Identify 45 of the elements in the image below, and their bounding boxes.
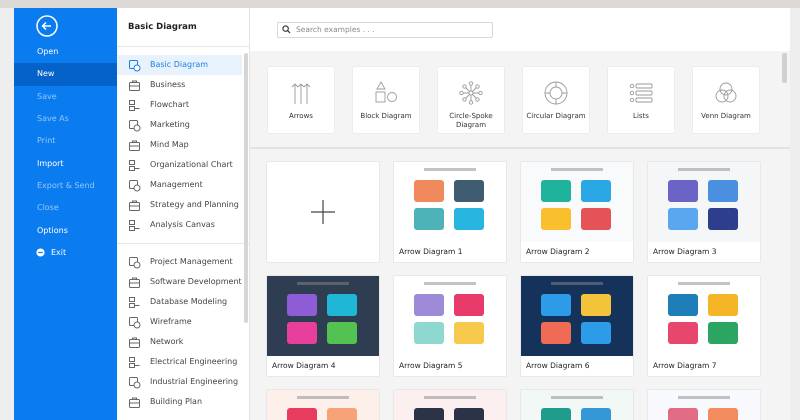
menu-item[interactable]: Options xyxy=(14,219,117,242)
menu-item[interactable]: Import xyxy=(14,152,117,175)
category-item[interactable]: Management xyxy=(117,175,242,195)
category-icon xyxy=(128,316,141,328)
category-icon xyxy=(128,118,141,132)
category-icon xyxy=(128,178,141,192)
plus-icon xyxy=(310,199,336,225)
category-icon xyxy=(128,376,141,388)
category-item[interactable]: Analysis Canvas xyxy=(117,215,242,235)
category-icon xyxy=(128,296,141,308)
menu-item[interactable]: Exit xyxy=(14,242,117,264)
category-item[interactable]: Mind Map xyxy=(117,135,242,155)
scrollbar[interactable] xyxy=(782,53,787,83)
category-item[interactable]: Network xyxy=(117,332,242,352)
category-item[interactable]: Marketing xyxy=(117,115,242,135)
category-item[interactable]: Project Management xyxy=(117,252,242,272)
category-icon xyxy=(128,98,141,112)
menu-item[interactable]: New xyxy=(14,63,117,86)
category-icon xyxy=(128,138,141,152)
category-icon xyxy=(128,276,141,288)
category-icon xyxy=(128,336,141,348)
category-item[interactable]: Wireframe xyxy=(117,312,242,332)
category-item[interactable]: Industrial Engineering xyxy=(117,372,242,392)
category-icon xyxy=(128,396,141,408)
category-icon xyxy=(128,158,141,172)
category-item[interactable]: Building Plan xyxy=(117,392,242,412)
category-icon xyxy=(128,58,141,72)
category-icon xyxy=(128,256,141,268)
category-item[interactable]: Flowchart xyxy=(117,95,242,115)
panel-title: Basic Diagram xyxy=(117,8,249,47)
category-item[interactable]: Database Modeling xyxy=(117,292,242,312)
menu-item[interactable]: Open xyxy=(14,41,117,64)
category-icon xyxy=(128,218,141,232)
category-item[interactable]: Organizational Chart xyxy=(117,155,242,175)
category-icon xyxy=(128,356,141,368)
spoke-icon xyxy=(458,80,484,106)
ring-icon xyxy=(543,80,569,106)
category-icon xyxy=(128,198,141,212)
exit-icon xyxy=(36,248,45,258)
category-item[interactable]: Electrical Engineering xyxy=(117,352,242,372)
category-item[interactable]: Software Development xyxy=(117,272,242,292)
category-item[interactable]: Strategy and Planning xyxy=(117,195,242,215)
category-item[interactable]: Business xyxy=(117,75,242,95)
category-item[interactable]: Basic Diagram xyxy=(117,55,242,75)
category-icon xyxy=(128,78,141,92)
